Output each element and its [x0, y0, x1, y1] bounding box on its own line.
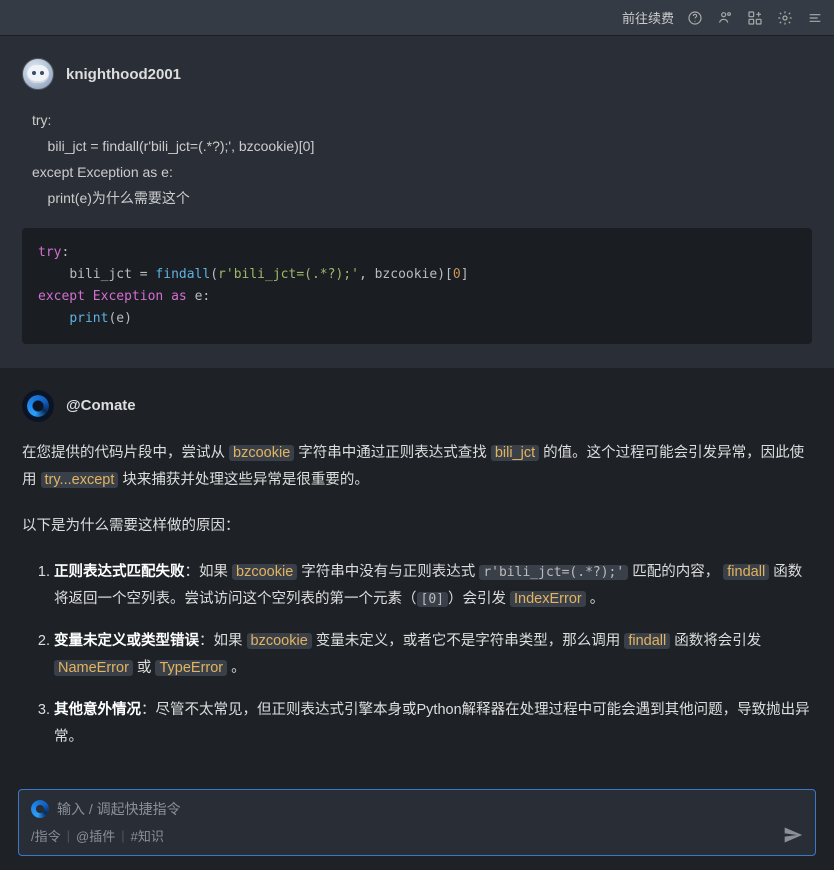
conversation-panel: knighthood2001 try: bili_jct = findall(r… — [0, 36, 834, 742]
list-item: 其他意外情况：尽管不太常见，但正则表达式引擎本身或Python解释器在处理过程中… — [54, 697, 812, 742]
user-message: knighthood2001 try: bili_jct = findall(r… — [0, 36, 834, 368]
bot-message-head: @Comate — [22, 390, 812, 422]
tok: bzcookie — [375, 267, 438, 282]
list-item: 变量未定义或类型错误：如果 bzcookie 变量未定义，或者它不是字符串类型，… — [54, 628, 812, 683]
tok: , — [359, 267, 375, 282]
tok: findall — [155, 267, 210, 282]
send-icon[interactable] — [783, 825, 803, 845]
bot-ordered-list: 正则表达式匹配失败：如果 bzcookie 字符串中没有与正则表达式 r'bil… — [22, 559, 812, 742]
gear-icon[interactable] — [776, 9, 794, 27]
tok: Exception — [93, 289, 163, 304]
code-chip: bzcookie — [232, 564, 297, 580]
tok: r'bili_jct=(.*?);' — [218, 267, 359, 282]
composer[interactable]: /指令 | @插件 | #知识 — [18, 789, 816, 856]
tok: : — [202, 289, 210, 304]
txt: 变量未定义，或者它不是字符串类型，那么调用 — [312, 633, 625, 649]
user-message-body: try: bili_jct = findall(r'bili_jct=(.*?)… — [22, 108, 812, 212]
li-title: 其他意外情况 — [54, 702, 141, 718]
tok: e — [116, 311, 124, 326]
composer-hints: /指令 | @插件 | #知识 — [31, 826, 803, 845]
tok: 0 — [453, 267, 461, 282]
user-name: knighthood2001 — [66, 66, 181, 83]
code-chip: IndexError — [510, 591, 586, 607]
txt: 匹配的内容， — [628, 564, 723, 580]
hint-knowledge[interactable]: #知识 — [131, 826, 164, 845]
txt: ：如果 — [185, 564, 233, 580]
tok: = — [140, 267, 156, 282]
tok: ) — [124, 311, 132, 326]
comate-logo-icon — [31, 800, 49, 818]
user-status-icon[interactable] — [716, 9, 734, 27]
user-code-block: try: bili_jct = findall(r'bili_jct=(.*?)… — [22, 228, 812, 344]
header-bar: 前往续费 — [0, 0, 834, 36]
user-line: bili_jct = findall(r'bili_jct=(.*?);', b… — [32, 134, 812, 160]
tok: try — [38, 245, 61, 260]
txt: 函数将会引发 — [670, 633, 761, 649]
txt: ：尽管不太常见，但正则表达式引擎本身或Python解释器在处理过程中可能会遇到其… — [54, 702, 810, 742]
hint-plugin[interactable]: @插件 — [76, 826, 115, 845]
tok: bili_jct — [69, 267, 139, 282]
hint-command[interactable]: /指令 — [31, 826, 61, 845]
bot-avatar — [22, 390, 54, 422]
tok — [38, 267, 69, 282]
code-chip: [0] — [417, 592, 448, 607]
tok — [85, 289, 93, 304]
user-line: except Exception as e: — [32, 160, 812, 186]
li-title: 变量未定义或类型错误 — [54, 633, 199, 649]
bot-message-body: 在您提供的代码片段中，尝试从 bzcookie 字符串中通过正则表达式查找 bi… — [22, 440, 812, 742]
tok: print — [69, 311, 108, 326]
code-chip: try...except — [41, 472, 119, 488]
txt: 。 — [227, 660, 246, 676]
hint-sep: | — [121, 828, 124, 843]
tok — [38, 311, 69, 326]
li-title: 正则表达式匹配失败 — [54, 564, 185, 580]
bot-paragraph: 以下是为什么需要这样做的原因： — [22, 513, 812, 541]
tok: ( — [210, 267, 218, 282]
tok: )[ — [437, 267, 453, 282]
txt: 字符串中通过正则表达式查找 — [294, 445, 491, 461]
code-chip: NameError — [54, 660, 133, 676]
user-message-head: knighthood2001 — [22, 58, 812, 90]
grid-add-icon[interactable] — [746, 9, 764, 27]
list-item: 正则表达式匹配失败：如果 bzcookie 字符串中没有与正则表达式 r'bil… — [54, 559, 812, 614]
code-chip: r'bili_jct=(.*?);' — [479, 565, 628, 580]
txt: 或 — [133, 660, 156, 676]
composer-area: /指令 | @插件 | #知识 — [0, 773, 834, 870]
code-chip: bili_jct — [491, 445, 539, 461]
user-line: try: — [32, 108, 812, 134]
txt: 字符串中没有与正则表达式 — [297, 564, 479, 580]
bot-name: @Comate — [66, 397, 136, 414]
txt: ：如果 — [199, 633, 247, 649]
help-icon[interactable] — [686, 9, 704, 27]
txt: 块来捕获并处理这些异常是很重要的。 — [118, 472, 369, 488]
bot-paragraph: 在您提供的代码片段中，尝试从 bzcookie 字符串中通过正则表达式查找 bi… — [22, 440, 812, 495]
code-chip: bzcookie — [229, 445, 294, 461]
bot-message: @Comate 在您提供的代码片段中，尝试从 bzcookie 字符串中通过正则… — [0, 368, 834, 742]
tok: as — [163, 289, 194, 304]
code-chip: bzcookie — [247, 633, 312, 649]
code-chip: findall — [624, 633, 670, 649]
tok: ] — [461, 267, 469, 282]
code-chip: TypeError — [155, 660, 227, 676]
user-line: print(e)为什么需要这个 — [32, 186, 812, 212]
prompt-input[interactable] — [57, 801, 803, 817]
txt: ）会引发 — [448, 591, 510, 607]
txt: 。 — [586, 591, 605, 607]
tok: except — [38, 289, 85, 304]
hint-sep: | — [67, 828, 70, 843]
code-chip: findall — [723, 564, 769, 580]
user-avatar — [22, 58, 54, 90]
renew-link[interactable]: 前往续费 — [622, 8, 674, 27]
txt: 在您提供的代码片段中，尝试从 — [22, 445, 229, 461]
menu-icon[interactable] — [806, 9, 824, 27]
